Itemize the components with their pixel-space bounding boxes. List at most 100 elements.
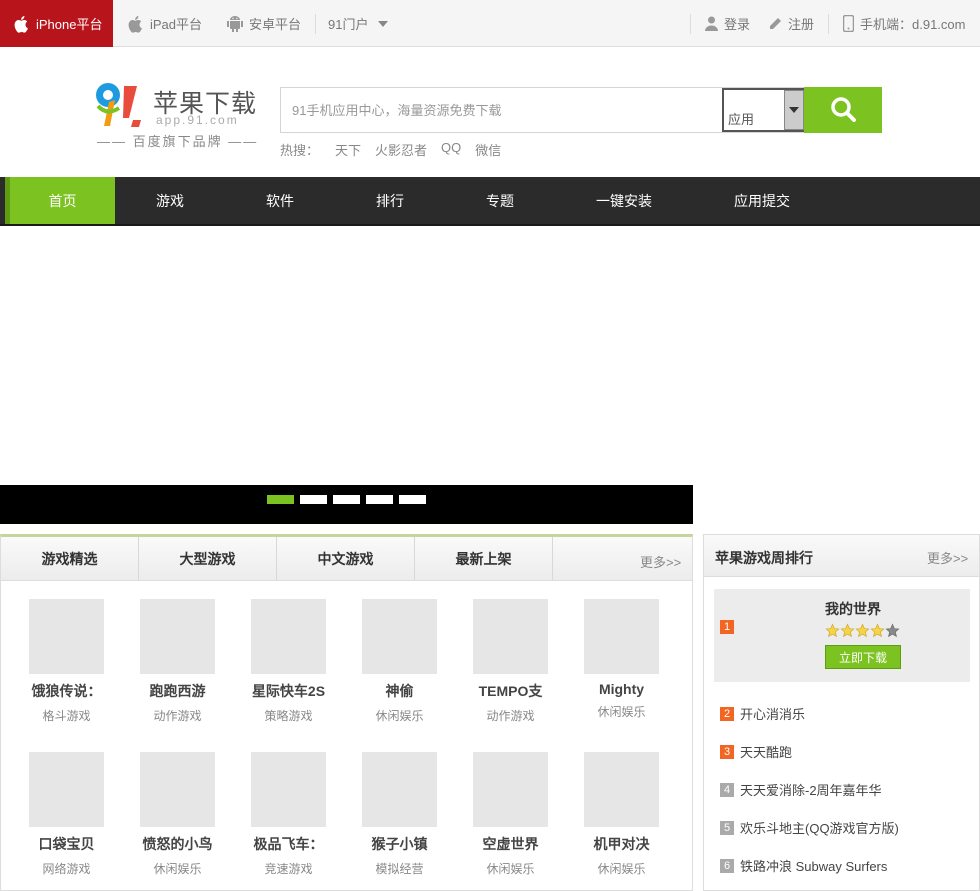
app-card[interactable]: 空虚世界 休闲娱乐 — [455, 752, 566, 877]
apple-icon — [14, 15, 30, 33]
tab-chinese-games[interactable]: 中文游戏 — [277, 537, 415, 580]
nav-topics[interactable]: 专题 — [445, 177, 555, 224]
ranking-app-name: 欢乐斗地主(QQ游戏官方版) — [740, 821, 899, 836]
app-category: 休闲娱乐 — [486, 862, 535, 876]
game-panel: 游戏精选 大型游戏 中文游戏 最新上架 更多>> 饿狼传说： 格斗游戏 跑跑西游… — [0, 534, 693, 891]
app-category: 策略游戏 — [264, 709, 313, 723]
app-card[interactable]: 口袋宝贝 网络游戏 — [11, 752, 122, 877]
tab-ipad-platform[interactable]: iPad平台 — [128, 0, 202, 47]
pencil-icon — [768, 17, 782, 31]
tab-iphone-platform[interactable]: iPhone平台 — [0, 0, 113, 47]
main-nav: 首页 游戏 软件 排行 专题 一键安装 应用提交 — [0, 177, 980, 226]
app-icon — [473, 752, 548, 827]
ranking-top-item[interactable]: 1 我的世界 立即下载 — [714, 589, 970, 682]
iphone-platform-label: iPhone平台 — [36, 17, 103, 32]
app-icon — [584, 599, 659, 674]
ranking-app-name: 我的世界 — [825, 601, 881, 617]
logo-tagline: —— 百度旗下品牌 —— — [97, 134, 259, 149]
tab-large-games[interactable]: 大型游戏 — [139, 537, 277, 580]
app-name: 空虚世界 — [482, 836, 539, 852]
app-icon — [140, 752, 215, 827]
app-card[interactable]: 跑跑西游 动作游戏 — [122, 599, 233, 724]
hot-search: 热搜： 天下 火影忍者 QQ 微信 — [280, 140, 515, 159]
nav-games[interactable]: 游戏 — [115, 177, 225, 224]
search-type-select[interactable]: 应用 — [722, 88, 804, 132]
mobile-site-link[interactable]: 手机端：d.91.com — [843, 0, 965, 47]
hot-term[interactable]: 火影忍者 — [375, 140, 427, 159]
app-icon — [584, 752, 659, 827]
search-button[interactable] — [804, 87, 882, 133]
ranking-item[interactable]: 5 欢乐斗地主(QQ游戏官方版) — [720, 818, 899, 837]
app-category: 动作游戏 — [486, 709, 535, 723]
phone-icon — [843, 15, 854, 32]
app-category: 休闲娱乐 — [375, 709, 424, 723]
app-card[interactable]: 极品飞车： 竞速游戏 — [233, 752, 344, 877]
star-icon — [825, 623, 840, 641]
site-logo[interactable]: 苹果下载 app.91.com —— 百度旗下品牌 —— — [93, 80, 263, 150]
app-card[interactable]: 猴子小镇 模拟经营 — [344, 752, 455, 877]
rank-number: 1 — [720, 620, 734, 634]
login-link[interactable]: 登录 — [705, 0, 750, 47]
app-card[interactable]: TEMPO支 动作游戏 — [455, 599, 566, 724]
android-platform-label: 安卓平台 — [249, 17, 302, 32]
ranking-item[interactable]: 6 铁路冲浪 Subway Surfers — [720, 856, 887, 875]
ranking-app-name: 天天酷跑 — [740, 745, 793, 760]
ranking-item[interactable]: 3 天天酷跑 — [720, 742, 792, 761]
ranking-title: 苹果游戏周排行 — [715, 550, 813, 566]
banner-dot[interactable] — [399, 495, 426, 504]
hot-term[interactable]: 天下 — [335, 140, 361, 159]
app-card[interactable]: 星际快车2S 策略游戏 — [233, 599, 344, 724]
star-icon — [870, 623, 885, 641]
search-type-value: 应用 — [728, 112, 755, 127]
hot-term[interactable]: QQ — [441, 140, 461, 159]
weekly-ranking-panel: 苹果游戏周排行 更多>> 1 我的世界 立即下载 2 开心消消乐 3 天天酷跑 … — [703, 534, 980, 891]
rank-number: 3 — [720, 744, 734, 759]
app-name: 神偷 — [385, 683, 414, 699]
app-name: 跑跑西游 — [149, 683, 206, 699]
ranking-item[interactable]: 4 天天爱消除-2周年嘉年华 — [720, 780, 882, 799]
banner-dot[interactable] — [366, 495, 393, 504]
game-tabs: 游戏精选 大型游戏 中文游戏 最新上架 更多>> — [1, 537, 692, 581]
platform-topbar: iPhone平台 iPad平台 安卓平台 91门户 登录 注册 手机端：d.91… — [0, 0, 980, 47]
rank-number: 2 — [720, 706, 734, 721]
register-link[interactable]: 注册 — [768, 0, 814, 47]
login-label: 登录 — [724, 17, 751, 32]
app-card[interactable]: Mighty 休闲娱乐 — [566, 599, 677, 720]
search-icon — [830, 96, 856, 125]
ipad-platform-label: iPad平台 — [150, 17, 203, 32]
app-category: 模拟经营 — [375, 862, 424, 876]
rank-number: 5 — [720, 820, 734, 835]
nav-ranking[interactable]: 排行 — [335, 177, 445, 224]
app-category: 休闲娱乐 — [597, 862, 646, 876]
nav-home[interactable]: 首页 — [5, 177, 115, 224]
divider — [315, 14, 316, 34]
divider — [828, 14, 829, 34]
nav-submit-app[interactable]: 应用提交 — [693, 177, 831, 224]
app-card[interactable]: 机甲对决 休闲娱乐 — [566, 752, 677, 877]
banner-dot[interactable] — [333, 495, 360, 504]
app-card[interactable]: 饿狼传说： 格斗游戏 — [11, 599, 122, 724]
hot-term[interactable]: 微信 — [475, 140, 501, 159]
more-link[interactable]: 更多>> — [927, 548, 968, 567]
tab-featured-games[interactable]: 游戏精选 — [1, 537, 139, 580]
tab-new-arrivals[interactable]: 最新上架 — [415, 537, 553, 580]
hot-search-label: 热搜： — [280, 143, 320, 158]
ranking-item[interactable]: 2 开心消消乐 — [720, 704, 805, 723]
nav-software[interactable]: 软件 — [225, 177, 335, 224]
apple-icon — [128, 15, 144, 33]
portal-dropdown[interactable]: 91门户 — [328, 0, 394, 47]
app-name: 机甲对决 — [593, 836, 650, 852]
user-icon — [705, 16, 718, 31]
app-icon — [29, 752, 104, 827]
tab-android-platform[interactable]: 安卓平台 — [227, 0, 301, 47]
banner-dot[interactable] — [267, 495, 294, 504]
download-button[interactable]: 立即下载 — [825, 645, 901, 669]
app-card[interactable]: 愤怒的小鸟 休闲娱乐 — [122, 752, 233, 877]
search-input[interactable] — [281, 88, 721, 132]
search-box: 应用 — [280, 87, 804, 133]
banner-dot[interactable] — [300, 495, 327, 504]
more-link[interactable]: 更多>> — [640, 552, 681, 571]
logo-domain: app.91.com — [156, 113, 239, 127]
app-card[interactable]: 神偷 休闲娱乐 — [344, 599, 455, 724]
nav-one-click-install[interactable]: 一键安装 — [555, 177, 693, 224]
